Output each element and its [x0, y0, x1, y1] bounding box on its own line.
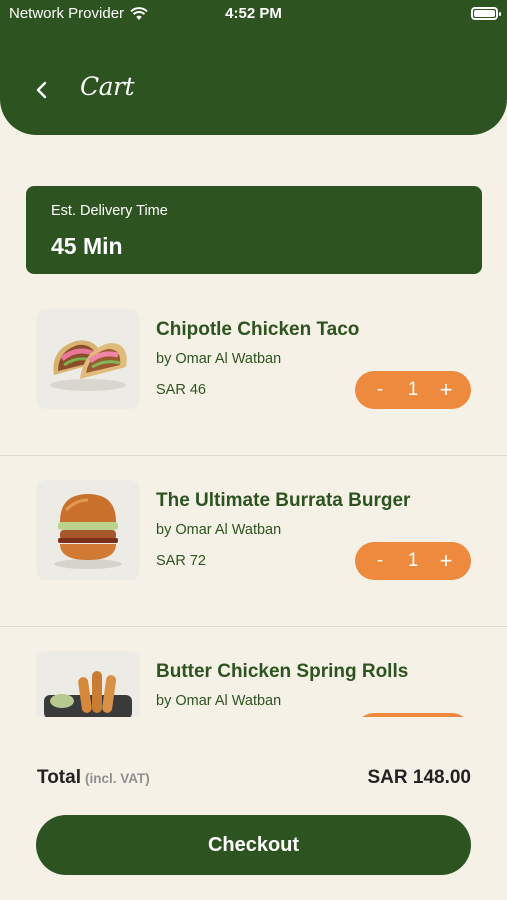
total-label: Total (incl. VAT): [37, 767, 150, 789]
header: Network Provider 4:52 PM Cart: [0, 0, 507, 135]
decrease-quantity-button[interactable]: -: [367, 371, 393, 409]
item-vendor: by Omar Al Watban: [156, 351, 282, 367]
page-title: Cart: [80, 72, 135, 101]
spring-rolls-image: [36, 651, 140, 717]
cart-item: Chipotle Chicken Taco by Omar Al Watban …: [0, 285, 507, 456]
status-bar: Network Provider 4:52 PM: [0, 0, 507, 30]
item-vendor: by Omar Al Watban: [156, 693, 282, 709]
total-value: SAR 148.00: [367, 767, 471, 788]
item-price: SAR 72: [156, 553, 206, 569]
taco-image: [36, 309, 140, 409]
cart-item: The Ultimate Burrata Burger by Omar Al W…: [0, 456, 507, 627]
item-name: Butter Chicken Spring Rolls: [156, 661, 409, 682]
delivery-time-value: 45 Min: [51, 233, 123, 259]
item-name: The Ultimate Burrata Burger: [156, 490, 411, 511]
checkout-button[interactable]: Checkout: [36, 815, 471, 875]
delivery-time-label: Est. Delivery Time: [51, 203, 168, 219]
cart-item-list[interactable]: Chipotle Chicken Taco by Omar Al Watban …: [0, 285, 507, 717]
quantity-value: 1: [407, 550, 419, 571]
total-vat-note: (incl. VAT): [84, 771, 150, 786]
quantity-stepper: - 1 +: [355, 371, 471, 409]
total-label-text: Total: [37, 767, 81, 788]
quantity-stepper: - 1 +: [355, 542, 471, 580]
delivery-time-card: Est. Delivery Time 45 Min: [26, 186, 482, 274]
chevron-left-icon: [36, 81, 47, 99]
increase-quantity-button[interactable]: +: [433, 371, 459, 409]
increase-quantity-button[interactable]: +: [433, 542, 459, 580]
item-vendor: by Omar Al Watban: [156, 522, 282, 538]
battery-icon: [471, 7, 501, 20]
back-button[interactable]: [28, 76, 56, 104]
cart-item: Butter Chicken Spring Rolls by Omar Al W…: [0, 627, 507, 717]
quantity-value: 1: [407, 379, 419, 400]
decrease-quantity-button[interactable]: -: [367, 542, 393, 580]
item-name: Chipotle Chicken Taco: [156, 319, 360, 340]
status-time: 4:52 PM: [225, 5, 282, 22]
item-price: SAR 46: [156, 382, 206, 398]
quantity-stepper[interactable]: [355, 713, 471, 717]
burger-image: [36, 480, 140, 580]
